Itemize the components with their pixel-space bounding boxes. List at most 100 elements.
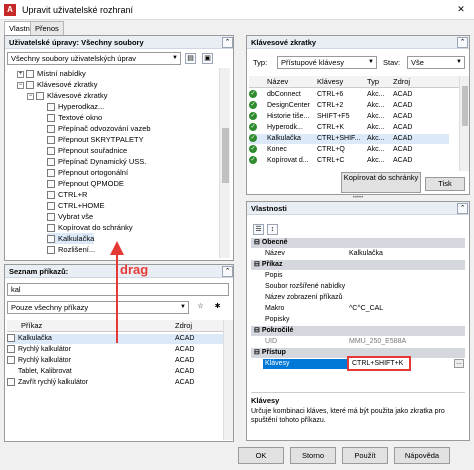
tree-item[interactable]: Textové okno [47,112,102,123]
shortcut-row[interactable]: ✓ Konec CTRL+Q Akc... ACAD [249,145,449,155]
command-icon [47,213,55,222]
tree-item[interactable]: Přepínač odvozování vazeb [47,123,151,134]
keys-value-field[interactable]: CTRL+SHIFT+K [347,356,411,371]
tree-item[interactable]: Přepínač Dynamický USS. [47,156,146,167]
dropdown-value: Všechny soubory uživatelských úprav [11,54,137,63]
star-icon[interactable]: ☆ [195,302,206,313]
prop-row-name[interactable]: Název Kalkulačka [251,249,465,259]
check-icon: ✓ [249,145,257,154]
prop-row-keys[interactable]: Klávesy CTRL+SHIFT+K … [251,356,465,371]
ok-button[interactable]: OK [238,447,284,464]
open-file-icon[interactable]: ▤ [185,53,196,64]
close-icon[interactable]: ✕ [455,3,467,15]
prop-row-context-menu-file[interactable]: Soubor rozšířené nabídky [251,282,465,292]
tree-item[interactable]: Přepnout SKRYTPALETY [47,134,144,145]
category-toggle-icon[interactable]: ⊟ [251,239,260,246]
shortcut-row[interactable]: ✓ DesignCenter CTRL+2 Akc... ACAD [249,101,449,111]
command-icon [47,224,55,233]
help-button[interactable]: Nápověda [394,447,450,464]
column-command[interactable]: Příkaz [21,321,42,330]
scrollbar-thumb[interactable] [222,128,229,183]
tab-transfer[interactable]: Přenos [30,21,64,35]
category-access: Přístup [261,349,286,356]
shortcut-keys-panel: Klávesové zkratky ⌃ Typ: Přístupové kláv… [246,35,470,195]
column-source[interactable]: Zdroj [175,321,192,330]
command-list-scrollbar[interactable] [223,320,233,440]
properties-panel: Vlastnosti ⌃ ☰ ↕ ⊟ Obecné Název Kalkulačk… [246,201,470,441]
column-keys[interactable]: Klávesy [317,77,343,86]
shortcut-row[interactable]: ✓ Kopírovat d... CTRL+C Akc... ACAD [249,156,449,166]
prop-row-uid: UID MMU_250_E588A [265,338,407,345]
tree-item[interactable]: Vybrat vše [47,211,93,222]
folder-icon [36,92,44,101]
shortcut-row-calculator[interactable]: ✓ Kalkulačka CTRL+SHIF... Akc... ACAD [249,134,449,144]
command-icon [47,114,55,123]
column-type[interactable]: Typ [367,77,379,86]
category-toggle-icon[interactable]: ⊟ [251,349,260,356]
collapse-tree-icon[interactable]: − [27,92,34,100]
check-icon: ✓ [249,134,257,143]
ellipsis-button[interactable]: … [454,359,464,368]
prop-row-tags[interactable]: Popisky [251,315,465,325]
save-icon[interactable]: ▣ [202,53,213,64]
check-icon: ✓ [249,90,257,99]
list-item[interactable]: Zavřít rychlý kalkulátor ACAD [7,378,223,388]
help-text: Určuje kombinaci kláves, které má být po… [251,408,445,424]
tree-item-context-menus[interactable]: + Místní nabídky [17,68,86,79]
apply-button[interactable]: Použít [342,447,388,464]
list-item[interactable]: Rychlý kalkulátor ACAD [7,356,223,366]
tree-item-shortcut-keys-sub[interactable]: − Klávesové zkratky [27,90,107,101]
column-name[interactable]: Název [267,77,288,86]
collapse-icon[interactable]: ⌃ [222,37,233,48]
collapse-tree-icon[interactable]: − [17,81,24,89]
tree-item[interactable]: CTRL+R [47,189,87,200]
tree-item-calculator[interactable]: Kalkulačka [47,233,95,244]
alphabetical-view-icon[interactable]: ↕ [267,224,278,235]
list-item[interactable]: Tablet, Kalibrovat ACAD [7,367,223,377]
tree-item[interactable]: Přepnout ortogonální [47,167,128,178]
prop-row-display-name[interactable]: Název zobrazení příkazů [251,293,465,303]
column-source[interactable]: Zdroj [393,77,410,86]
cancel-button[interactable]: Storno [290,447,336,464]
list-item[interactable]: Rychlý kalkulátor ACAD [7,345,223,355]
category-toggle-icon[interactable]: ⊟ [251,327,260,334]
check-icon: ✓ [249,112,257,121]
tree-item[interactable]: Rozlišení... [47,244,95,255]
categorized-view-icon[interactable]: ☰ [253,224,264,235]
help-title: Klávesy [251,396,280,405]
collapse-icon[interactable]: ⌃ [457,37,468,48]
state-dropdown[interactable]: Vše ▼ [407,56,465,69]
collapse-icon[interactable]: ⌃ [457,203,468,214]
tree-item[interactable]: Hyperodkaz... [47,101,104,112]
prop-row-description[interactable]: Popis [251,271,465,281]
command-icon [47,235,55,244]
tree-scrollbar[interactable] [219,68,230,258]
expand-icon[interactable]: + [17,70,24,78]
type-dropdown[interactable]: Přístupové klávesy ▼ [277,56,377,69]
customization-tree[interactable]: + Místní nabídky − Klávesové zkratky − Kláv… [7,68,217,258]
check-icon: ✓ [249,156,257,165]
tree-item[interactable]: CTRL+HOME [47,200,104,211]
shortcut-row[interactable]: ✓ Hyperodk... CTRL+K Akc... ACAD [249,123,449,133]
category-toggle-icon[interactable]: ⊟ [251,261,260,268]
help-box: Klávesy Určuje kombinaci kláves, které m… [251,392,465,438]
tree-item[interactable]: Přepnout souřadnice [47,145,127,156]
scrollbar-thumb[interactable] [462,86,468,126]
collapse-icon[interactable]: ⌃ [222,266,233,277]
shortcut-row[interactable]: ✓ dbConnect CTRL+6 Akc... ACAD [249,90,449,100]
tree-item-shortcut-keys[interactable]: − Klávesové zkratky [17,79,97,90]
tree-item[interactable]: Přepnout QPMODE [47,178,124,189]
prop-row-macro[interactable]: Makro ^C^C_CAL [251,304,465,314]
customization-file-dropdown[interactable]: Všechny soubory uživatelských úprav ▼ [7,52,181,65]
tree-item[interactable]: Kopírovat do schránky [47,222,133,233]
title-bar: A Upravit uživatelské rozhraní ✕ [0,0,474,20]
new-command-icon[interactable]: ✱ [212,302,223,313]
print-button[interactable]: Tisk [425,177,465,191]
category-general: Obecné [261,239,288,246]
shortcut-scrollbar[interactable] [459,76,469,171]
shortcut-row[interactable]: ✓ Historie tiše... SHIFT+F5 Akc... ACAD [249,112,449,122]
chevron-down-icon: ▼ [180,304,186,310]
check-icon: ✓ [249,123,257,132]
copy-to-clipboard-button[interactable]: Kopírovat do schránky [341,172,421,193]
command-icon [47,125,55,134]
